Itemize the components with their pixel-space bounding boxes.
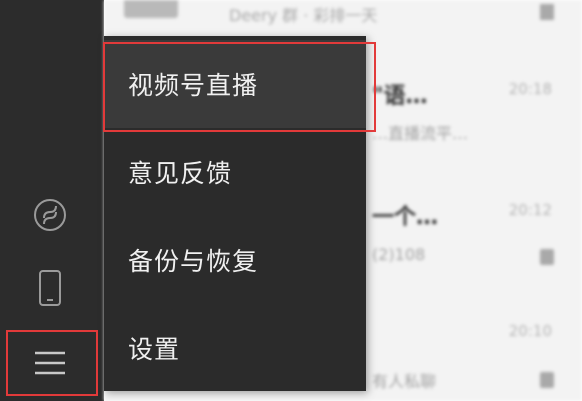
menu-item-channels-live[interactable]: 视频号直播: [104, 40, 366, 128]
chat-time: 20:12: [508, 201, 552, 219]
chat-preview: (2)108: [372, 245, 426, 264]
chat-title: "语…: [372, 84, 428, 109]
menu-item-backup-restore[interactable]: 备份与恢复: [104, 216, 366, 304]
mute-icon: [540, 372, 554, 388]
chat-preview: …直播流平…: [372, 124, 469, 143]
chat-preview: 有人私聊: [372, 372, 437, 391]
mini-programs-icon[interactable]: [32, 197, 68, 233]
menu-item-label: 意见反馈: [128, 159, 233, 188]
chat-time: 20:10: [508, 322, 552, 340]
avatar: [124, 0, 178, 18]
phone-icon[interactable]: [32, 270, 68, 306]
more-menu-popup: 视频号直播 意见反馈 备份与恢复 设置: [104, 36, 366, 391]
menu-item-label: 设置: [128, 335, 181, 364]
chat-title: 一个…: [372, 205, 439, 230]
menu-item-settings[interactable]: 设置: [104, 304, 366, 392]
menu-item-label: 视频号直播: [128, 71, 259, 100]
mute-icon: [540, 249, 554, 265]
mute-icon: [540, 4, 554, 20]
menu-item-label: 备份与恢复: [128, 247, 259, 276]
chat-time: 20:18: [508, 80, 552, 98]
hamburger-menu-icon[interactable]: [32, 345, 68, 381]
chat-top-strip: Deery 群 · 彩排一天: [229, 6, 378, 25]
left-sidebar: [0, 0, 104, 401]
menu-item-feedback[interactable]: 意见反馈: [104, 128, 366, 216]
